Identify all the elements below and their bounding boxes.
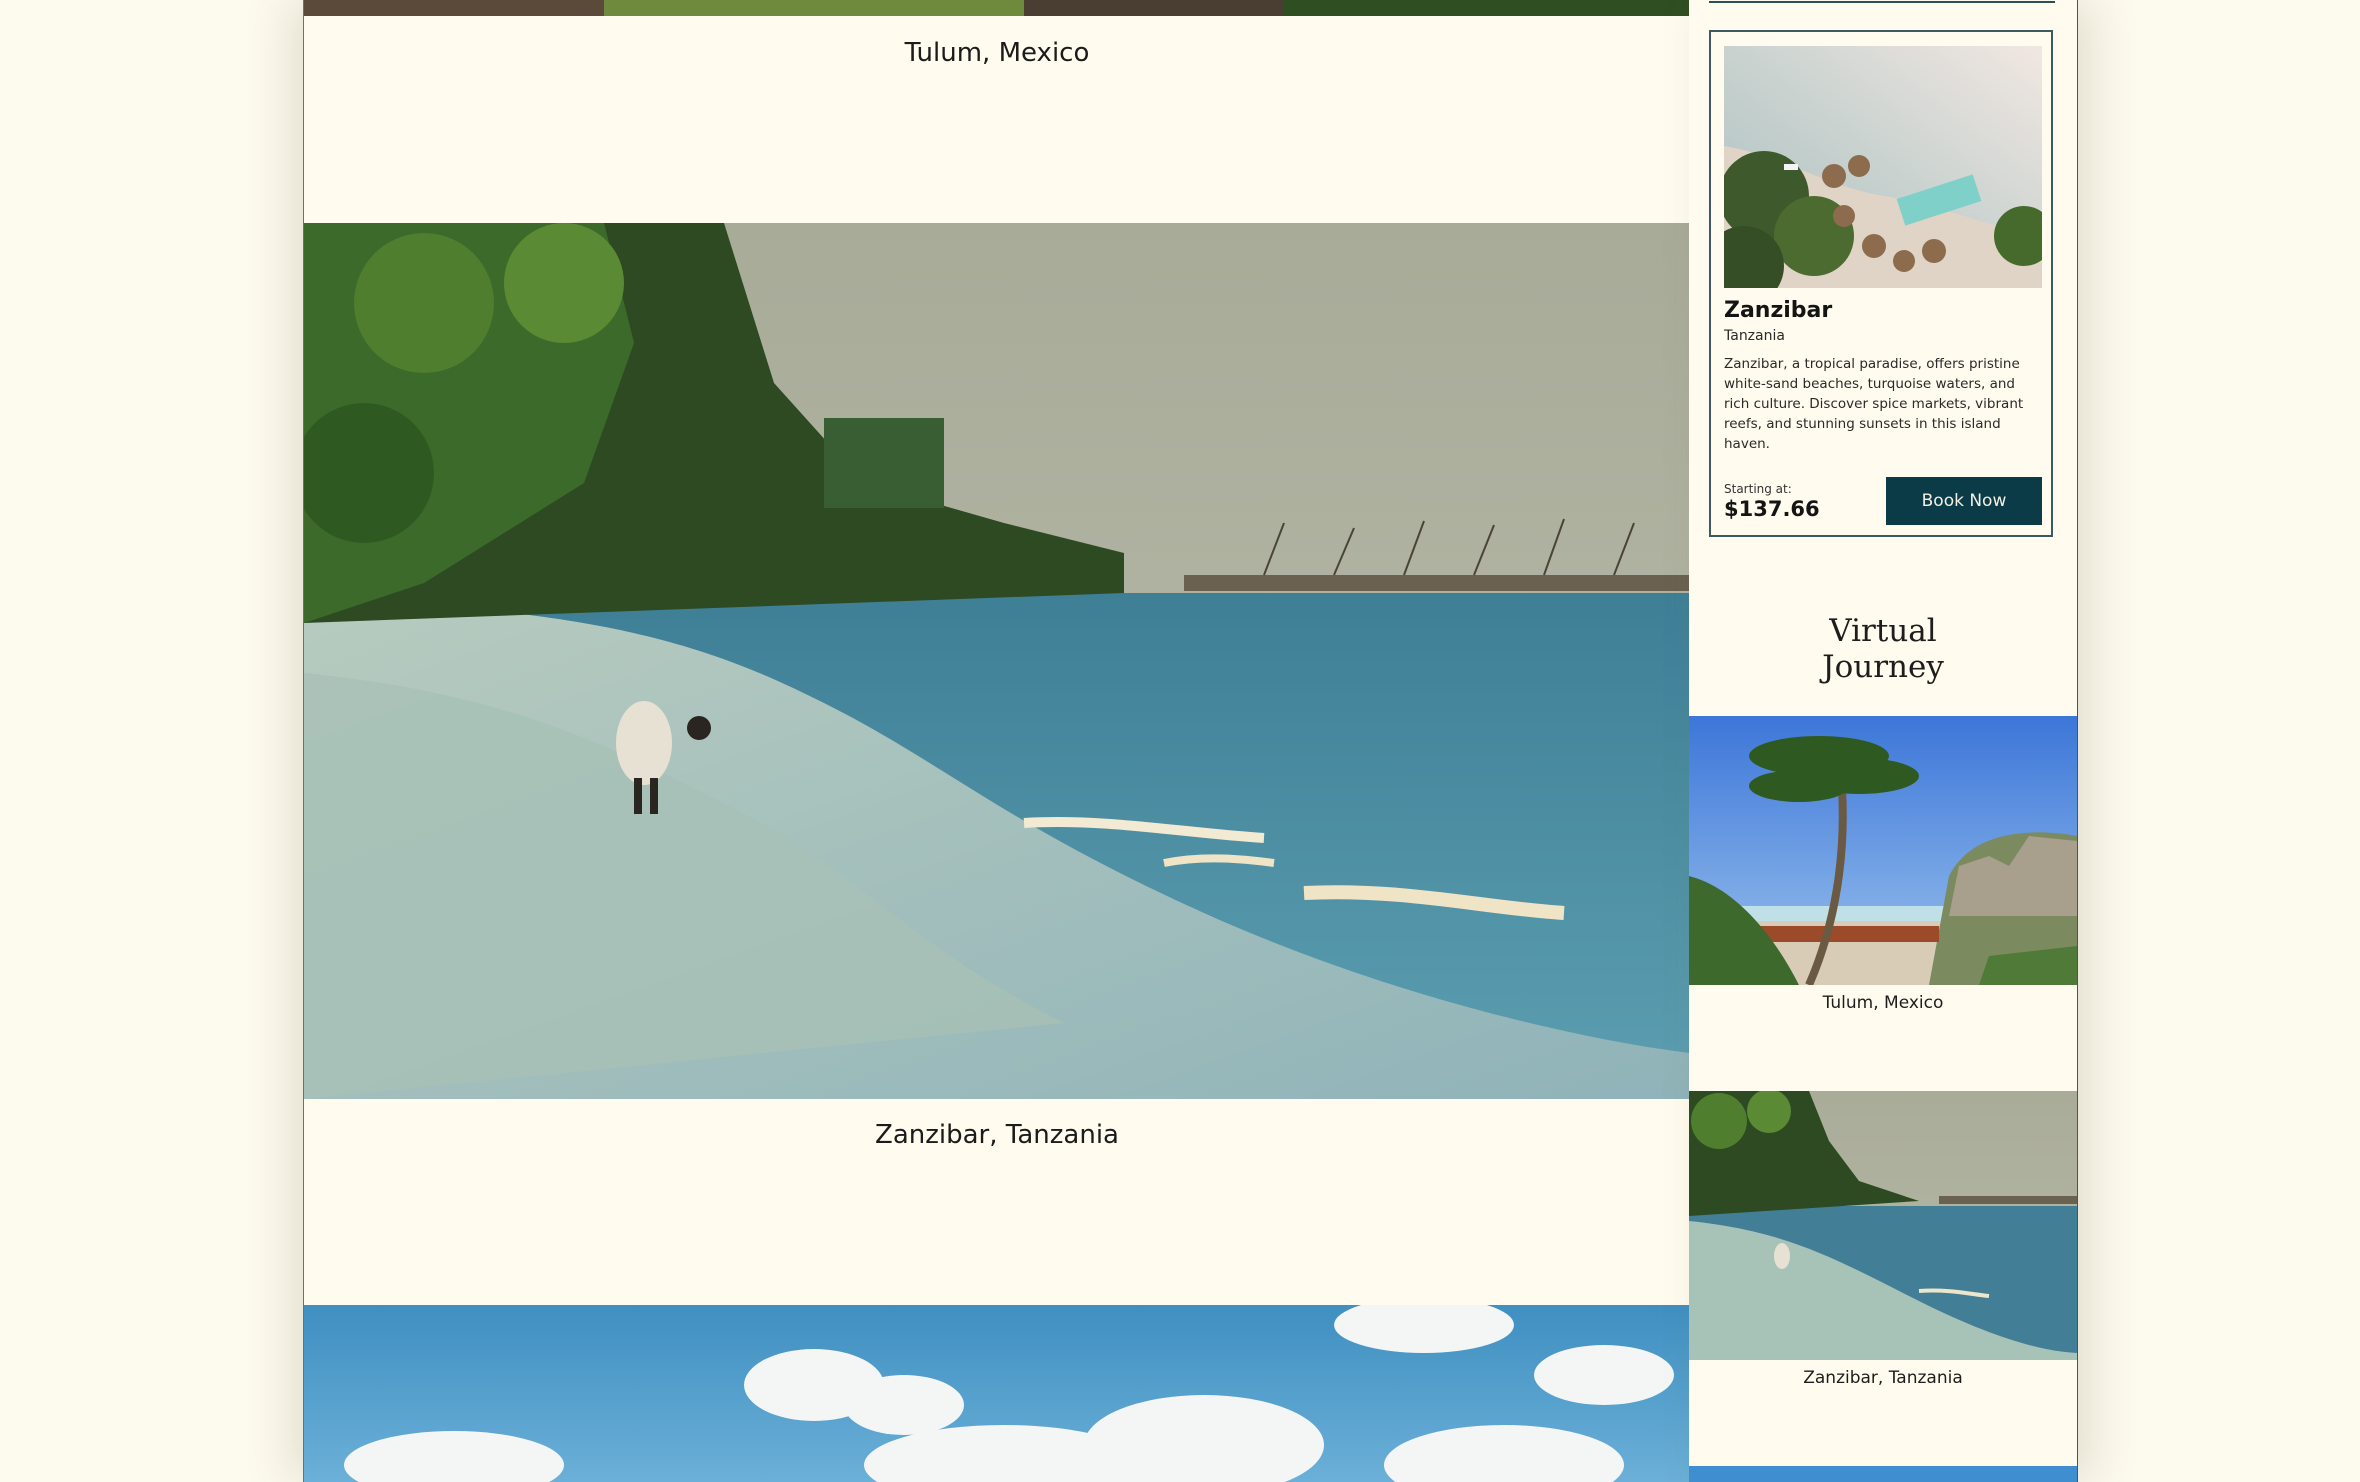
zanzibar-photo[interactable] (304, 223, 1690, 1099)
price-label: Starting at: (1724, 482, 1792, 496)
virtual-journey-caption-tulum: Tulum, Mexico (1822, 993, 1944, 1013)
feed-caption-tulum: Tulum, Mexico (904, 38, 1090, 68)
resort-aerial-photo[interactable] (1724, 46, 2042, 288)
card-subtitle: Tanzania (1724, 328, 1785, 344)
card-title: Zanzibar (1724, 298, 1833, 323)
virtual-journey-item-tulum[interactable] (1689, 716, 2077, 985)
sky-photo[interactable] (304, 1305, 1690, 1482)
virtual-journey-caption-zanzibar: Zanzibar, Tanzania (1803, 1368, 1963, 1388)
tulum-photo[interactable] (304, 0, 1690, 16)
feed-caption-zanzibar: Zanzibar, Tanzania (875, 1120, 1119, 1150)
virtual-journey-item-zanzibar[interactable] (1689, 1091, 2077, 1360)
book-now-button[interactable]: Book Now (1886, 477, 2042, 525)
sidebar[interactable]: Zanzibar Tanzania Zanzibar, a tropical p… (1689, 0, 2078, 1482)
virtual-journey-title: Virtual Journey (1689, 613, 2077, 685)
virtual-journey-title-text: Virtual Journey (1822, 613, 1944, 685)
price-value: $137.66 (1724, 497, 1820, 521)
virtual-journey-item-next[interactable] (1689, 1466, 2077, 1482)
destination-feed[interactable]: Tulum, Mexico Zanzibar, Tanzania (303, 0, 1691, 1482)
page: Tulum, Mexico Zanzibar, Tanzania Zanziba… (0, 0, 2360, 1482)
previous-card-edge (1709, 0, 2055, 3)
card-description: Zanzibar, a tropical paradise, offers pr… (1724, 356, 2024, 452)
destination-card-zanzibar[interactable]: Zanzibar Tanzania Zanzibar, a tropical p… (1709, 30, 2053, 537)
